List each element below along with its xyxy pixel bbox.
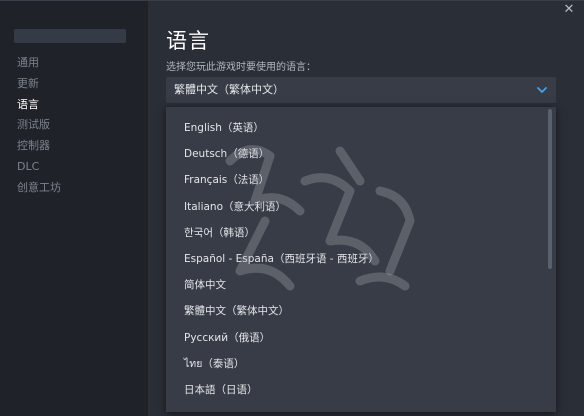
language-option-thai[interactable]: ไทย（泰语）: [166, 351, 556, 377]
page-title: 语言: [166, 29, 210, 53]
language-option-simplified-chinese[interactable]: 简体中文: [166, 272, 556, 298]
settings-window: 通用 更新 语言 测试版 控制器 DLC 创意工坊 ✕ 语言 选择您玩此游戏时要…: [0, 0, 584, 416]
language-dropdown-list[interactable]: English（英语） Deutsch（德语） Français（法语） Ita…: [166, 107, 556, 412]
sidebar-item-betas[interactable]: 测试版: [17, 115, 61, 136]
sidebar-item-updates[interactable]: 更新: [17, 74, 61, 95]
dropdown-scrollbar[interactable]: [548, 109, 552, 269]
sidebar-item-language[interactable]: 语言: [17, 95, 61, 116]
sidebar-item-workshop[interactable]: 创意工坊: [17, 178, 61, 199]
language-option-english[interactable]: English（英语）: [166, 115, 556, 141]
sidebar-nav: 通用 更新 语言 测试版 控制器 DLC 创意工坊: [17, 53, 61, 199]
language-option-japanese[interactable]: 日本語（日语）: [166, 377, 556, 403]
close-icon: ✕: [563, 2, 575, 17]
language-select[interactable]: 繁體中文（繁体中文）: [166, 77, 556, 103]
language-option-french[interactable]: Français（法语）: [166, 167, 556, 193]
language-option-traditional-chinese[interactable]: 繁體中文（繁体中文）: [166, 298, 556, 324]
language-options: English（英语） Deutsch（德语） Français（法语） Ita…: [166, 107, 556, 403]
language-option-german[interactable]: Deutsch（德语）: [166, 141, 556, 167]
language-option-korean[interactable]: 한국어（韩语）: [166, 220, 556, 246]
language-option-russian[interactable]: Русский（俄语）: [166, 325, 556, 351]
chevron-down-icon: [537, 87, 547, 93]
language-prompt-label: 选择您玩此游戏时要使用的语言：: [166, 62, 316, 73]
language-select-value: 繁體中文（繁体中文）: [174, 83, 284, 96]
language-option-italian[interactable]: Italiano（意大利语）: [166, 194, 556, 220]
sidebar: 通用 更新 语言 测试版 控制器 DLC 创意工坊: [0, 1, 148, 416]
close-button[interactable]: ✕: [562, 3, 576, 17]
sidebar-item-general[interactable]: 通用: [17, 53, 61, 74]
sidebar-item-controller[interactable]: 控制器: [17, 136, 61, 157]
sidebar-game-title-placeholder: [14, 29, 126, 43]
language-option-spanish[interactable]: Español - España（西班牙语 - 西班牙）: [166, 246, 556, 272]
sidebar-item-dlc[interactable]: DLC: [17, 157, 61, 178]
